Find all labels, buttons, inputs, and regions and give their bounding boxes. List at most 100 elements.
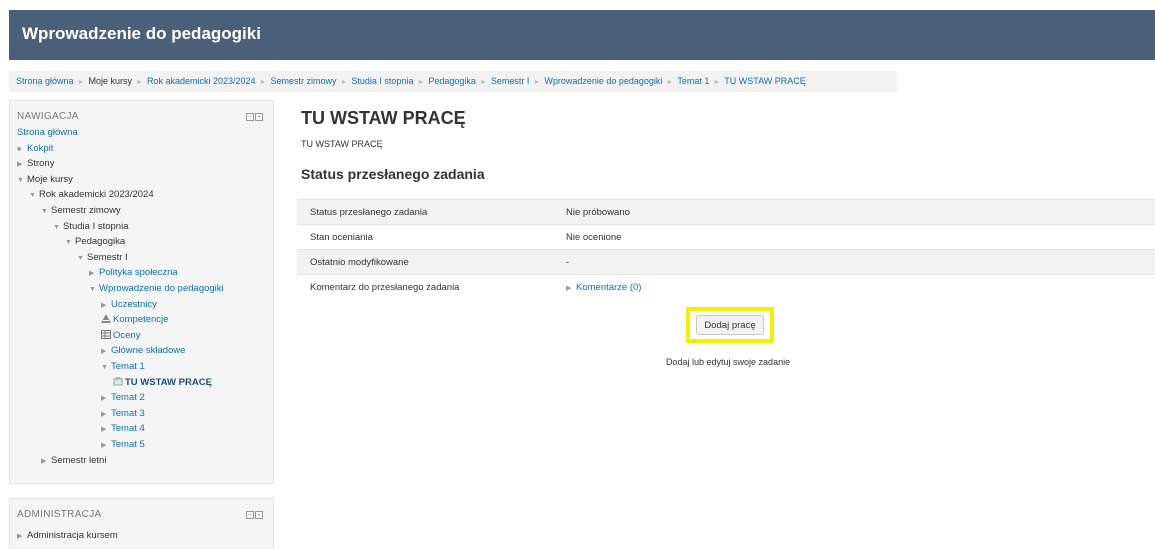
nav-item[interactable]: ▶ Temat 3: [101, 408, 145, 419]
breadcrumb-item[interactable]: Temat 1: [677, 76, 709, 86]
dock-icon[interactable]: −: [246, 113, 254, 121]
nav-item[interactable]: ▶ Uczestnicy: [101, 299, 157, 310]
page-title: TU WSTAW PRACĘ: [301, 108, 466, 128]
arrow-right-icon: ▶: [17, 161, 23, 169]
nav-item[interactable]: ▶ Strony: [17, 158, 54, 169]
status-row: Status przesłanego zadania Nie próbowano: [297, 199, 1155, 225]
block-controls[interactable]: − ▪: [246, 511, 263, 519]
assignment-description: TU WSTAW PRACĘ: [301, 139, 383, 149]
nav-item-label: Semestr zimowy: [51, 205, 121, 216]
arrow-right-icon: ▶: [41, 457, 47, 465]
breadcrumb-item[interactable]: Strona główna: [16, 76, 74, 86]
status-row: Ostatnio modyfikowane -: [297, 249, 1155, 275]
arrow-right-icon: ▶: [89, 270, 95, 278]
nav-item[interactable]: ▶ Administracja kursem: [17, 530, 118, 541]
arrow-down-icon: ▼: [53, 223, 60, 231]
breadcrumb-item[interactable]: Wprowadzenie do pedagogiki: [544, 76, 662, 86]
nav-item[interactable]: ▶ Temat 4: [101, 423, 145, 434]
arrow-down-icon: ▼: [17, 176, 24, 184]
status-row: Stan oceniania Nie ocenione: [297, 224, 1155, 250]
nav-item[interactable]: ▶ Polityka społeczna: [89, 267, 178, 278]
nav-item-label: Główne składowe: [111, 345, 186, 357]
nav-item[interactable]: ▼ Pedagogika: [65, 236, 125, 247]
nav-item[interactable]: ▶ Temat 2: [101, 392, 145, 403]
breadcrumb-item[interactable]: Semestr zimowy: [270, 76, 336, 86]
administration-block-title: ADMINISTRACJA: [17, 509, 102, 520]
status-row-key: Status przesłanego zadania: [310, 207, 428, 218]
nav-item[interactable]: TU WSTAW PRACĘ: [113, 375, 212, 388]
breadcrumb-separator-icon: ►: [479, 79, 487, 86]
status-row-value: Nie próbowano: [566, 207, 630, 218]
nav-item[interactable]: Kompetencje: [101, 314, 168, 325]
nav-item-label: Strona główna: [17, 127, 78, 138]
arrow-down-icon: ▼: [77, 254, 84, 262]
arrow-down-icon: ▼: [89, 286, 96, 293]
breadcrumb: Strona główna ► Moje kursy ► Rok akademicki …: [9, 71, 897, 92]
nav-item-label: Administracja kursem: [27, 530, 118, 541]
collapse-icon[interactable]: ▪: [255, 511, 263, 519]
nav-item-label: Wprowadzenie do pedagogiki: [99, 283, 224, 294]
comments-link[interactable]: ▶ Komentarze (0): [566, 275, 641, 301]
nav-item[interactable]: ■ Kokpit: [17, 143, 53, 154]
course-title: Wprowadzenie do pedagogiki: [22, 24, 261, 43]
breadcrumb-item[interactable]: Studia I stopnia: [351, 76, 413, 86]
nav-item-label: Semestr letni: [51, 454, 107, 466]
nav-item[interactable]: ▼ Studia I stopnia: [53, 221, 129, 232]
breadcrumb-item[interactable]: Semestr I: [491, 76, 530, 86]
nav-item[interactable]: ▶ Temat 5: [101, 439, 145, 450]
nav-item[interactable]: Strona główna: [17, 127, 78, 138]
bullet-icon: ■: [17, 145, 22, 153]
nav-item-label: Rok akademicki 2023/2024: [39, 189, 154, 201]
nav-item-label: Temat 1: [111, 361, 145, 372]
nav-item-label: Strony: [27, 158, 55, 170]
competency-icon: [101, 314, 111, 324]
grades-icon: [101, 329, 111, 339]
breadcrumb-item[interactable]: TU WSTAW PRACĘ: [724, 76, 806, 86]
nav-item[interactable]: ▼ Rok akademicki 2023/2024: [29, 189, 154, 200]
nav-item-label: TU WSTAW PRACĘ: [125, 376, 212, 388]
breadcrumb-item[interactable]: Rok akademicki 2023/2024: [147, 76, 256, 86]
status-row: Komentarz do przesłanego zadania ▶ Koment…: [297, 274, 1155, 300]
dock-icon[interactable]: −: [246, 511, 254, 519]
comments-link-label: Komentarze (0): [576, 282, 642, 293]
arrow-right-icon: ▶: [17, 533, 23, 540]
nav-item-label: Studia I stopnia: [63, 220, 129, 232]
status-row-key: Ostatnio modyfikowane: [310, 257, 409, 268]
nav-item[interactable]: ▶ Semestr letni: [41, 455, 106, 466]
nav-item[interactable]: ▼ Temat 1: [101, 361, 145, 372]
nav-item[interactable]: ▼ Semestr I: [77, 252, 128, 263]
status-row-value: Nie ocenione: [566, 232, 622, 243]
breadcrumb-separator-icon: ►: [417, 79, 425, 86]
breadcrumb-separator-icon: ►: [533, 79, 541, 86]
arrow-right-icon: ▶: [101, 301, 107, 309]
nav-item-label: Temat 4: [111, 423, 145, 435]
nav-item[interactable]: ▶ Główne składowe: [101, 345, 185, 356]
block-controls[interactable]: − ▪: [246, 113, 263, 121]
navigation-block: NAWIGACJA − ▪ Strona główna ■ Kokpit ▶ Strony…: [9, 100, 274, 484]
arrow-down-icon: ▼: [41, 208, 48, 215]
nav-item[interactable]: Oceny: [101, 329, 140, 341]
arrow-right-icon: ▶: [101, 395, 107, 403]
arrow-right-icon: ▶: [101, 348, 107, 356]
nav-item[interactable]: ▼ Wprowadzenie do pedagogiki: [89, 283, 224, 294]
breadcrumb-item[interactable]: Pedagogika: [428, 76, 476, 86]
breadcrumb-item: Moje kursy: [88, 76, 132, 86]
breadcrumb-separator-icon: ►: [136, 79, 143, 86]
nav-item-label: Temat 2: [111, 392, 145, 404]
assignment-icon: [113, 375, 123, 386]
nav-item-label: Kompetencje: [113, 314, 169, 326]
status-row-key: Stan oceniania: [310, 232, 373, 243]
add-submission-highlight: Dodaj pracę: [686, 307, 774, 343]
arrow-down-icon: ▼: [65, 239, 72, 247]
arrow-down-icon: ▼: [29, 192, 36, 200]
collapse-icon[interactable]: ▪: [255, 113, 263, 121]
add-submission-button[interactable]: Dodaj pracę: [696, 315, 764, 335]
arrow-down-icon: ▼: [101, 364, 108, 371]
nav-item[interactable]: ▼ Moje kursy: [17, 174, 73, 185]
nav-item-label: Temat 5: [111, 439, 145, 450]
administration-block: ADMINISTRACJA − ▪ ▶ Administracja kursem: [9, 498, 274, 549]
breadcrumb-separator-icon: ►: [713, 79, 721, 86]
nav-item-label: Pedagogika: [75, 236, 126, 248]
nav-item[interactable]: ▼ Semestr zimowy: [41, 205, 121, 216]
nav-item-label: Kokpit: [27, 142, 54, 154]
